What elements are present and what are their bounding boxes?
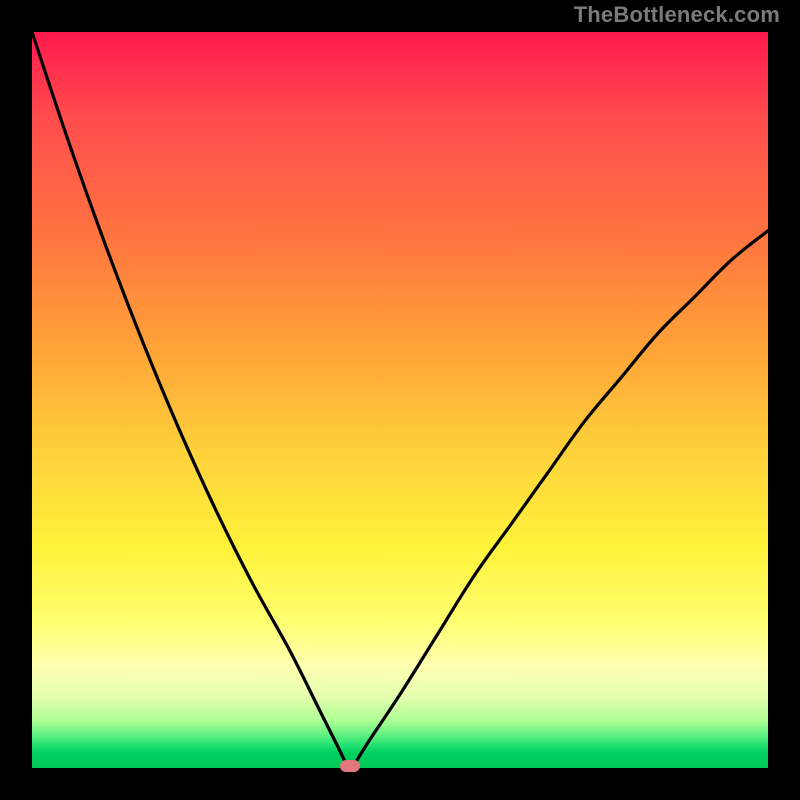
- left-branch-path: [32, 32, 346, 764]
- right-branch-path: [354, 231, 768, 765]
- watermark-text: TheBottleneck.com: [574, 2, 780, 28]
- min-marker: [340, 760, 360, 772]
- chart-frame: TheBottleneck.com: [0, 0, 800, 800]
- curve-layer: [32, 32, 768, 768]
